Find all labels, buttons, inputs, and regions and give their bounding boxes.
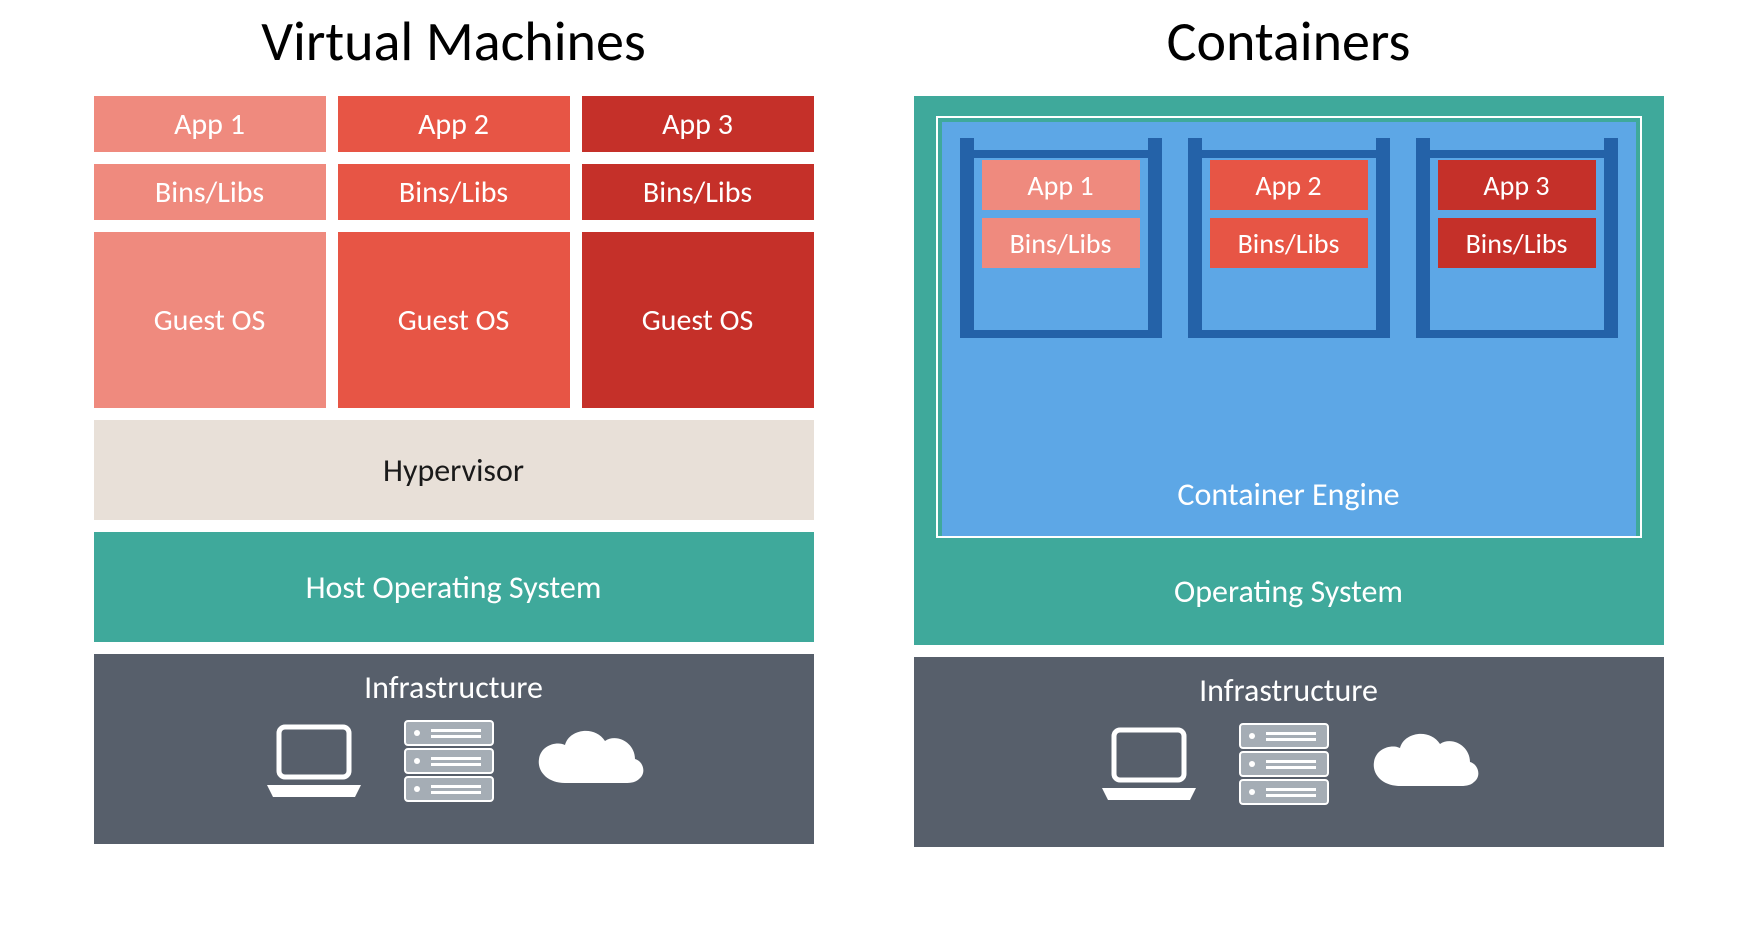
rack-crossbar-icon <box>1416 330 1618 338</box>
server-icon <box>401 717 497 805</box>
vm-app-1: App 1 <box>94 96 326 152</box>
containers-stack: App 1 Bins/Libs App 2 B <box>914 96 1664 847</box>
laptop-icon <box>259 721 369 801</box>
server-icon <box>1236 720 1332 808</box>
cloud-icon <box>529 721 649 801</box>
rack-upright-icon <box>1148 138 1162 338</box>
cloud-icon <box>1364 724 1484 804</box>
container-shelf-1: App 1 Bins/Libs <box>960 138 1162 338</box>
rack-upright-icon <box>1604 138 1618 338</box>
engine-border: App 1 Bins/Libs App 2 B <box>936 116 1642 538</box>
rack-crossbar-icon <box>1188 330 1390 338</box>
container-engine-label: Container Engine <box>960 475 1618 514</box>
vm-bins-2: Bins/Libs <box>338 164 570 220</box>
container-bins-1: Bins/Libs <box>982 218 1140 268</box>
container-shelf-2: App 2 Bins/Libs <box>1188 138 1390 338</box>
vm-bins-1: Bins/Libs <box>94 164 326 220</box>
vm-infra-icons <box>259 717 649 805</box>
vm-apps-row: App 1 App 2 App 3 <box>94 96 814 152</box>
vm-bins-3: Bins/Libs <box>582 164 814 220</box>
vm-guest-3: Guest OS <box>582 232 814 408</box>
container-app-2: App 2 <box>1210 160 1368 210</box>
hypervisor-layer: Hypervisor <box>94 420 814 520</box>
rack-crossbar-icon <box>1416 150 1618 158</box>
container-bins-2: Bins/Libs <box>1210 218 1368 268</box>
container-bins-3: Bins/Libs <box>1438 218 1596 268</box>
rack-upright-icon <box>960 138 974 338</box>
containers-column: Containers App 1 Bins/Libs <box>914 0 1664 946</box>
container-engine-layer: App 1 Bins/Libs App 2 B <box>942 122 1636 536</box>
rack-upright-icon <box>1376 138 1390 338</box>
vm-guest-2: Guest OS <box>338 232 570 408</box>
rack-crossbar-icon <box>1188 150 1390 158</box>
rack-upright-icon <box>1416 138 1430 338</box>
containers-infrastructure-layer: Infrastructure <box>914 657 1664 847</box>
vm-infrastructure-layer: Infrastructure <box>94 654 814 844</box>
shelves-row: App 1 Bins/Libs App 2 B <box>960 138 1618 338</box>
containers-infrastructure-label: Infrastructure <box>1199 671 1378 710</box>
vm-guest-row: Guest OS Guest OS Guest OS <box>94 232 814 408</box>
rack-upright-icon <box>1188 138 1202 338</box>
rack-crossbar-icon <box>960 150 1162 158</box>
container-app-1: App 1 <box>982 160 1140 210</box>
vm-title: Virtual Machines <box>94 8 814 76</box>
operating-system-label: Operating System <box>936 572 1642 611</box>
vm-app-3: App 3 <box>582 96 814 152</box>
container-app-3: App 3 <box>1438 160 1596 210</box>
vm-guest-1: Guest OS <box>94 232 326 408</box>
vm-column: Virtual Machines App 1 App 2 App 3 Bins/… <box>94 0 814 946</box>
vm-app-2: App 2 <box>338 96 570 152</box>
containers-infra-icons <box>1094 720 1484 808</box>
rack-crossbar-icon <box>960 330 1162 338</box>
container-shelf-3: App 3 Bins/Libs <box>1416 138 1618 338</box>
containers-title: Containers <box>914 8 1664 76</box>
operating-system-layer: App 1 Bins/Libs App 2 B <box>914 96 1664 645</box>
vm-infrastructure-label: Infrastructure <box>364 668 543 707</box>
laptop-icon <box>1094 724 1204 804</box>
host-os-layer: Host Operating System <box>94 532 814 642</box>
vm-bins-row: Bins/Libs Bins/Libs Bins/Libs <box>94 164 814 220</box>
